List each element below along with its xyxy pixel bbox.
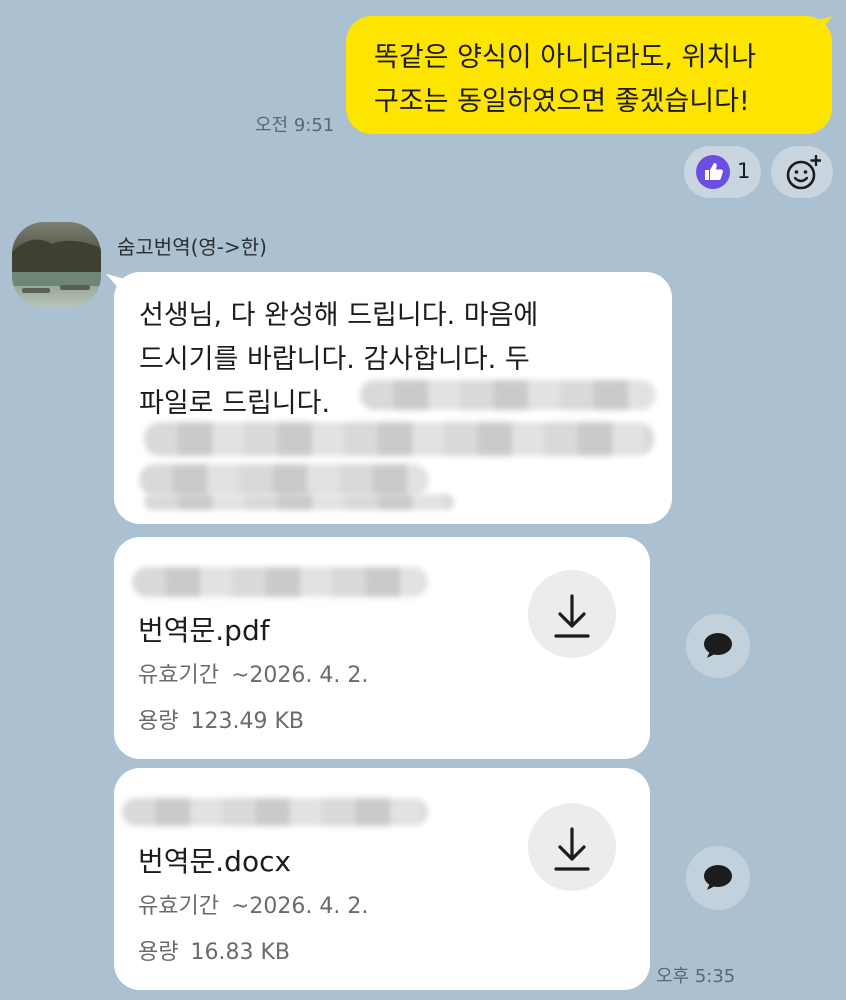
comment-button[interactable] <box>686 846 750 910</box>
file-expiry: 유효기간 ~2026. 4. 2. <box>138 888 368 920</box>
outgoing-timestamp: 오전 9:51 <box>255 115 335 136</box>
like-reaction-button[interactable]: 1 <box>684 146 761 198</box>
thumbs-up-icon <box>696 155 730 189</box>
expiry-label: 유효기간 <box>138 663 219 688</box>
expiry-value: ~2026. 4. 2. <box>230 663 369 688</box>
file-attachment-card[interactable]: 번역문.pdf 유효기간 ~2026. 4. 2. 용량 123.49 KB <box>114 537 650 759</box>
file-size: 용량 123.49 KB <box>138 703 304 735</box>
incoming-message-line: 선생님, 다 완성해 드립니다. 마음에 <box>139 300 539 331</box>
comment-button[interactable] <box>686 614 750 678</box>
reaction-count: 1 <box>737 159 751 183</box>
expiry-value: ~2026. 4. 2. <box>230 894 369 919</box>
sender-avatar[interactable] <box>12 222 101 308</box>
redacted-text <box>144 494 454 510</box>
download-button[interactable] <box>528 570 616 658</box>
file-expiry: 유효기간 ~2026. 4. 2. <box>138 657 368 689</box>
speech-bubble-icon <box>704 633 732 658</box>
speech-bubble-icon <box>704 865 732 890</box>
download-button[interactable] <box>528 803 616 891</box>
add-emoji-icon <box>786 155 821 190</box>
incoming-timestamp: 오후 5:35 <box>656 966 736 987</box>
outgoing-message-bubble[interactable]: 똑같은 양식이 아니더라도, 위치나 구조는 동일하였으면 좋겠습니다! <box>346 16 832 134</box>
file-name: 번역문.pdf <box>138 614 270 647</box>
expiry-label: 유효기간 <box>138 894 219 919</box>
sender-name: 숨고번역(영->한) <box>117 235 267 259</box>
file-attachment-card[interactable]: 번역문.docx 유효기간 ~2026. 4. 2. 용량 16.83 KB <box>114 768 650 990</box>
incoming-message-bubble[interactable]: 선생님, 다 완성해 드립니다. 마음에 드시기를 바랍니다. 감사합니다. 두… <box>114 272 672 524</box>
incoming-message-line: 드시기를 바랍니다. 감사합니다. 두 <box>139 344 530 375</box>
file-size: 용량 16.83 KB <box>138 934 290 966</box>
download-icon <box>554 594 590 638</box>
redacted-text <box>122 798 428 826</box>
redacted-text <box>139 464 429 496</box>
outgoing-message-line: 똑같은 양식이 아니더라도, 위치나 <box>374 42 757 73</box>
add-reaction-button[interactable] <box>771 146 833 198</box>
redacted-text <box>144 422 654 456</box>
redacted-text <box>132 567 428 597</box>
file-name: 번역문.docx <box>138 845 292 878</box>
size-value: 123.49 KB <box>190 709 304 734</box>
size-value: 16.83 KB <box>190 940 290 965</box>
size-label: 용량 <box>138 940 179 965</box>
redacted-text <box>360 380 656 410</box>
outgoing-message-line: 구조는 동일하였으면 좋겠습니다! <box>374 86 750 117</box>
download-icon <box>554 827 590 871</box>
size-label: 용량 <box>138 709 179 734</box>
